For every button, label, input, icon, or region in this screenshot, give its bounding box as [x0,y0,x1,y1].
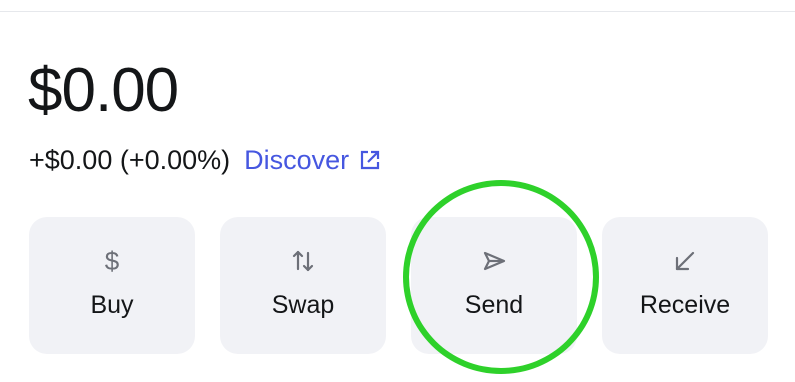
send-button[interactable]: Send [411,217,577,354]
receive-label: Receive [639,291,731,319]
receive-button[interactable]: Receive [602,217,768,354]
balance-change: +$0.00 (+0.00%) [29,144,231,175]
receive-arrow-icon [670,246,700,276]
swap-button[interactable]: Swap [220,217,386,354]
action-buttons: $ Buy Swap Send Receive [29,217,768,354]
external-link-icon [361,150,380,170]
wallet-page: $0.00 +$0.00 (+0.00%) Discover $ Buy Swa… [0,0,795,382]
top-divider [0,11,795,12]
balance-change-row: +$0.00 (+0.00%) Discover [29,142,381,178]
balance-amount: $0.00 [28,56,179,125]
buy-button[interactable]: $ Buy [29,217,195,354]
dollar-icon: $ [104,246,120,276]
send-icon [479,246,509,276]
swap-label: Swap [271,291,335,319]
discover-link[interactable]: Discover [244,145,381,176]
swap-arrows-icon [288,246,318,276]
discover-label: Discover [244,144,350,175]
send-label: Send [464,291,524,319]
buy-label: Buy [90,291,134,319]
